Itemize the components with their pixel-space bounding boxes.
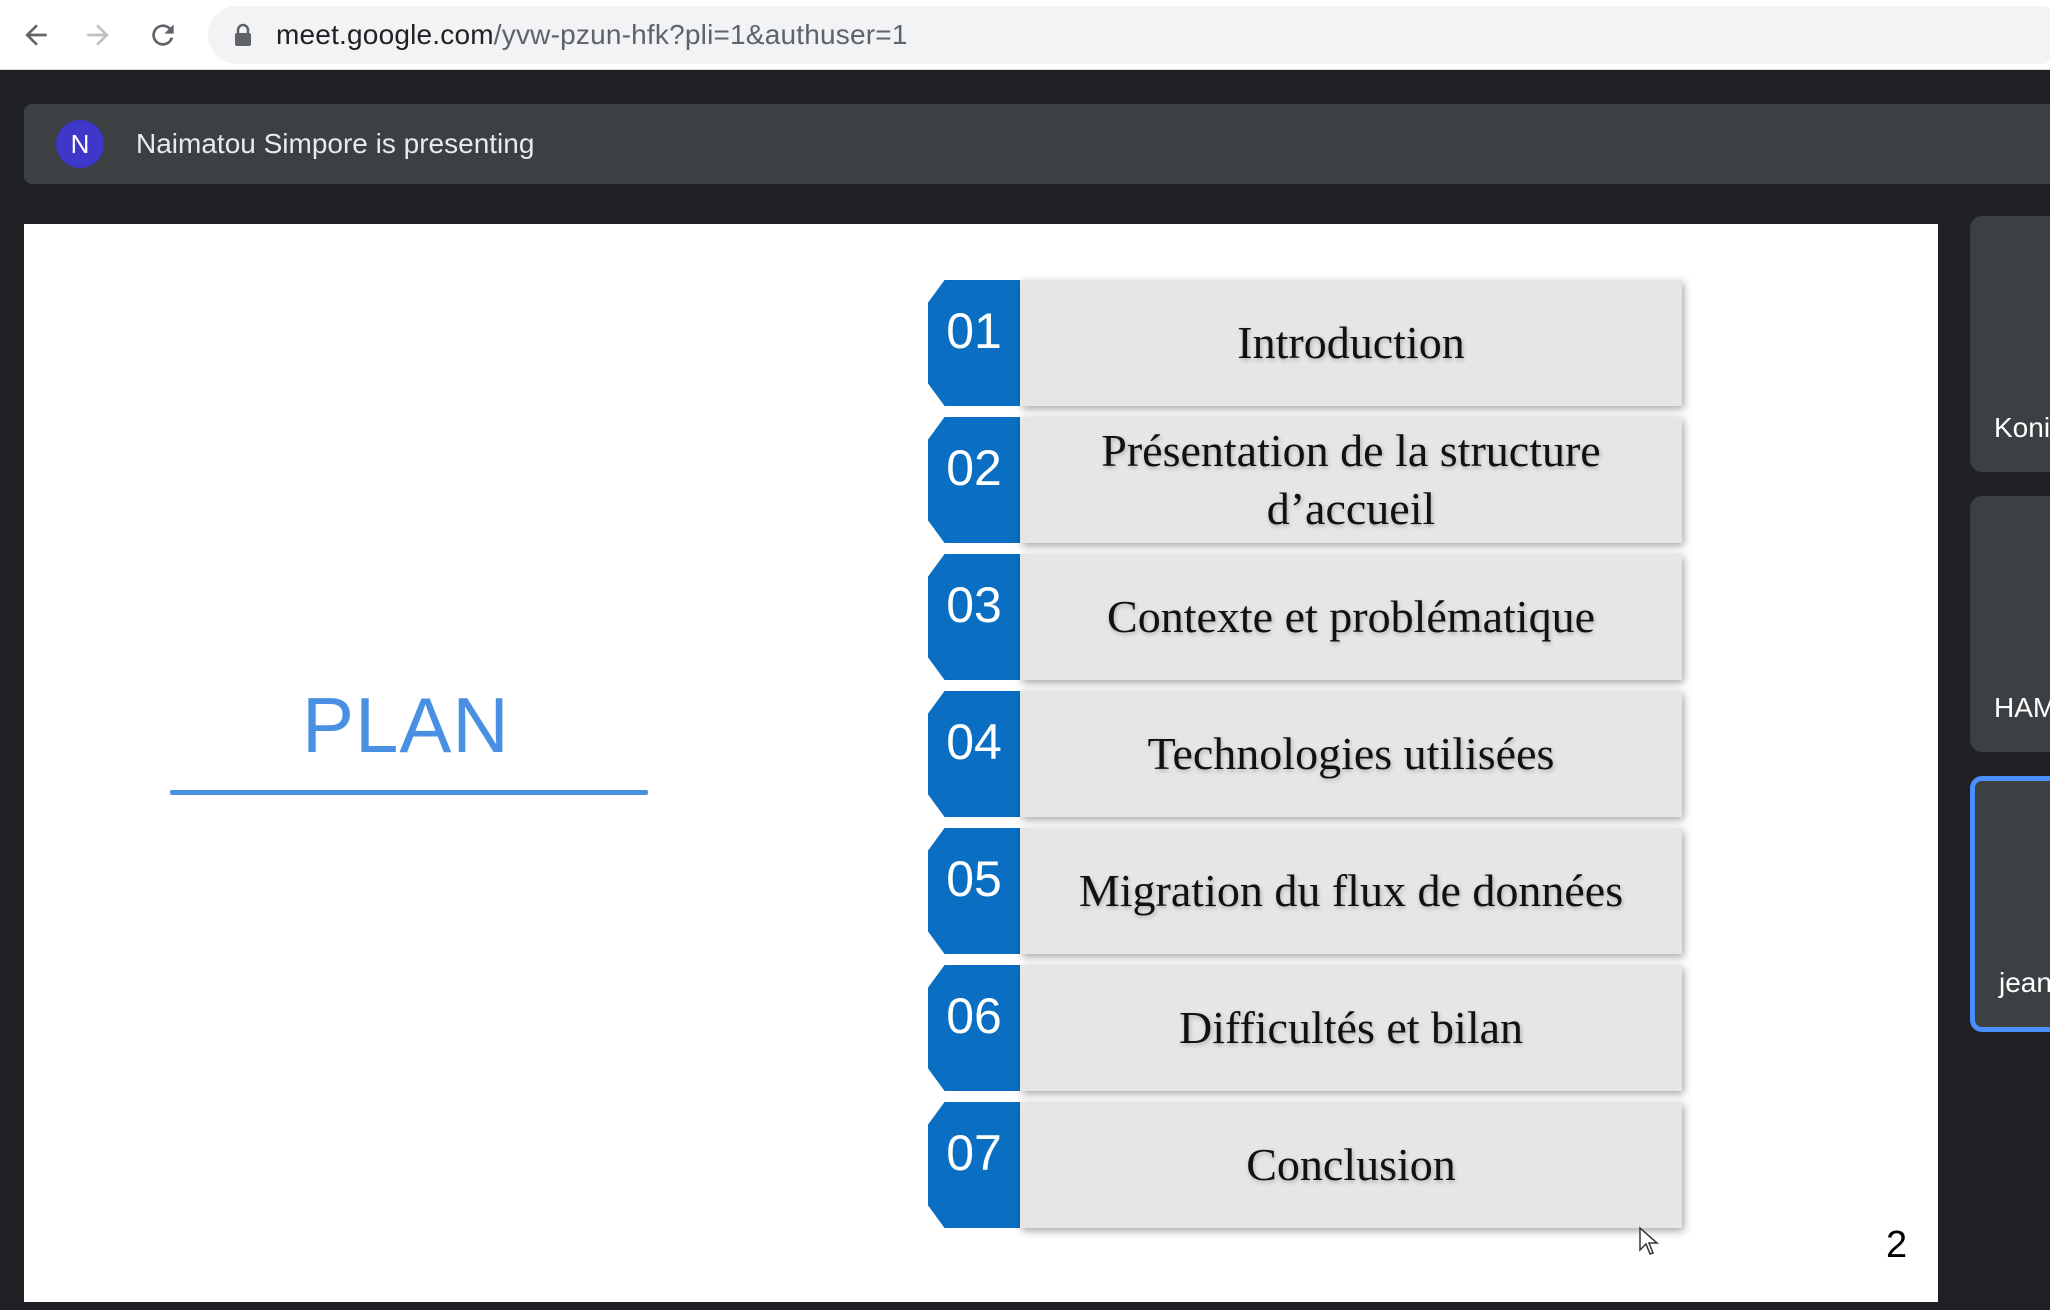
participant-name: jean: [1999, 967, 2050, 998]
toc-label: Technologies utilisées: [1020, 691, 1682, 817]
toc-number: 02: [928, 417, 1020, 543]
browser-toolbar: meet.google.com/yvw-pzun-hfk?pli=1&authu…: [0, 0, 2050, 70]
url-path: /yvw-pzun-hfk?pli=1&authuser=1: [493, 19, 908, 50]
lock-icon: [235, 23, 251, 46]
toc-label: Introduction: [1020, 280, 1682, 406]
toc-number: 04: [928, 691, 1020, 817]
toc-label: Conclusion: [1020, 1102, 1682, 1228]
toc-label: Contexte et problématique: [1020, 554, 1682, 680]
mouse-pointer-icon: [1639, 1226, 1659, 1255]
slide-title: PLAN: [302, 681, 510, 769]
toc-label: Présentation de la structure d’accueil: [1020, 417, 1682, 543]
slide-page-number: 2: [1886, 1224, 1908, 1266]
address-bar[interactable]: meet.google.com/yvw-pzun-hfk?pli=1&authu…: [208, 6, 2050, 64]
presentation-slide: PLAN 01 Introduction 02 Présentation de …: [24, 224, 1938, 1302]
toc-label: Migration du flux de données: [1020, 828, 1682, 954]
participant-name: Koni: [1994, 412, 2050, 443]
toc-number: 06: [928, 965, 1020, 1091]
forward-arrow-icon[interactable]: [76, 13, 120, 57]
url-host: meet.google.com: [276, 19, 494, 50]
toc-label: Difficultés et bilan: [1020, 965, 1682, 1091]
back-arrow-icon[interactable]: [14, 13, 58, 57]
participant-name: HAM: [1994, 692, 2050, 723]
participant-tile[interactable]: HAM: [1970, 496, 2050, 752]
title-underline: [170, 790, 648, 795]
avatar: N: [56, 120, 104, 168]
toc-number: 07: [928, 1102, 1020, 1228]
toc-number: 03: [928, 554, 1020, 680]
presenting-banner: N Naimatou Simpore is presenting: [24, 104, 2050, 184]
presenter-text: Naimatou Simpore is presenting: [136, 128, 535, 159]
url-text: meet.google.com/yvw-pzun-hfk?pli=1&authu…: [276, 20, 908, 50]
reload-icon[interactable]: [141, 13, 185, 57]
participant-tile[interactable]: Koni: [1970, 216, 2050, 472]
toc-number: 01: [928, 280, 1020, 406]
toc-number: 05: [928, 828, 1020, 954]
participant-tile-active[interactable]: jean: [1970, 776, 2050, 1032]
